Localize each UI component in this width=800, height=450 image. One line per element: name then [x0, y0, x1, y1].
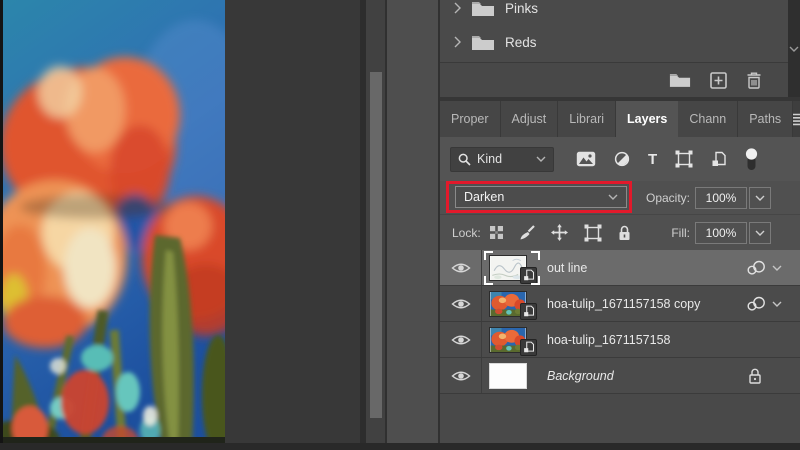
- layer-row-out-line[interactable]: out line: [440, 250, 800, 286]
- layer-name[interactable]: hoa-tulip_1671157158 copy: [547, 297, 700, 311]
- filter-type-layers-icon[interactable]: T: [648, 152, 657, 167]
- layer-row-background[interactable]: Background: [440, 358, 800, 394]
- search-icon: [458, 153, 471, 166]
- lock-transparent-pixels-icon[interactable]: [490, 226, 503, 239]
- blending-circles-icon[interactable]: [746, 296, 766, 311]
- filter-toggle-switch[interactable]: [745, 148, 758, 171]
- kind-label: Kind: [477, 152, 503, 166]
- layer-name[interactable]: hoa-tulip_1671157158: [547, 333, 671, 347]
- chevron-down-icon[interactable]: [772, 301, 782, 307]
- panel-menu-button[interactable]: [793, 101, 800, 137]
- folder-icon: [669, 72, 691, 88]
- visibility-cell[interactable]: [440, 286, 482, 321]
- layer-thumbnail[interactable]: [489, 362, 527, 389]
- lock-artboard-frame-icon[interactable]: [584, 224, 602, 242]
- trash-icon: [746, 71, 762, 89]
- delete-button[interactable]: [746, 71, 762, 89]
- filter-kind-dropdown[interactable]: Kind: [450, 146, 554, 172]
- tab-adjustments[interactable]: Adjust: [500, 101, 559, 137]
- panel-dock: Pinks Reds Proper Adjust Librari Layers …: [440, 0, 800, 450]
- tab-layers[interactable]: Layers: [616, 101, 679, 137]
- chevron-down-icon[interactable]: [789, 46, 799, 52]
- group-label: Pinks: [505, 0, 539, 16]
- opacity-value-field[interactable]: 100%: [695, 186, 747, 209]
- layers-filter-row: Kind T: [440, 137, 800, 181]
- chevron-down-icon: [755, 230, 765, 236]
- document-vertical-scrollbar[interactable]: [366, 0, 385, 450]
- layers-panel-empty-area: [440, 394, 800, 450]
- canvas-tulip-image: [0, 0, 225, 450]
- dock-divider-column: [385, 0, 440, 450]
- filter-adjustment-layers-icon[interactable]: [614, 151, 630, 167]
- layer-name[interactable]: out line: [547, 261, 587, 275]
- eye-icon[interactable]: [451, 297, 471, 311]
- photoshop-workspace: Pinks Reds Proper Adjust Librari Layers …: [0, 0, 800, 450]
- lock-image-pixels-brush-icon[interactable]: [519, 225, 535, 241]
- new-item-button[interactable]: [710, 72, 727, 89]
- smart-object-page-icon: [523, 269, 535, 281]
- group-row-reds[interactable]: Reds: [440, 27, 788, 57]
- fill-dropdown-button[interactable]: [749, 221, 771, 244]
- lock-label: Lock:: [452, 225, 481, 240]
- tab-libraries[interactable]: Librari: [558, 101, 617, 137]
- new-group-button[interactable]: [669, 72, 691, 88]
- panel-tab-bar: Proper Adjust Librari Layers Chann Paths: [440, 101, 800, 137]
- groups-panel-scroll-column[interactable]: [788, 0, 800, 97]
- groups-panel: Pinks Reds: [440, 0, 800, 97]
- bottom-edge-strip: [0, 443, 800, 450]
- folder-icon: [471, 0, 495, 17]
- layer-row-tulip-copy[interactable]: hoa-tulip_1671157158 copy: [440, 286, 800, 322]
- chevron-down-icon[interactable]: [772, 265, 782, 271]
- layer-name[interactable]: Background: [547, 369, 614, 383]
- eye-icon[interactable]: [451, 333, 471, 347]
- white-thumbnail: [489, 362, 527, 389]
- blend-mode-value: Darken: [464, 190, 505, 204]
- group-label: Reds: [505, 34, 537, 50]
- visibility-cell[interactable]: [440, 250, 482, 285]
- smart-object-badge: [520, 302, 537, 320]
- fill-label: Fill:: [671, 225, 690, 240]
- filter-smart-objects-icon[interactable]: [711, 151, 727, 167]
- highlight-red-box: Darken: [446, 181, 632, 213]
- tab-properties[interactable]: Proper: [440, 101, 501, 137]
- chevron-right-icon[interactable]: [453, 2, 461, 14]
- chevron-right-icon[interactable]: [453, 36, 461, 48]
- lock-fill-row: Lock: Fill: 100%: [440, 214, 800, 250]
- plus-square-icon: [710, 72, 727, 89]
- fill-value-field[interactable]: 100%: [695, 221, 747, 244]
- lock-position-move-icon[interactable]: [551, 224, 568, 241]
- smart-object-badge: [520, 338, 537, 356]
- chevron-down-icon: [755, 195, 765, 201]
- eye-icon[interactable]: [451, 369, 471, 383]
- opacity-label: Opacity:: [645, 190, 690, 205]
- hamburger-menu-icon: [793, 113, 800, 126]
- folder-icon: [471, 34, 495, 51]
- smart-object-badge: [520, 266, 537, 284]
- layer-thumbnail[interactable]: [484, 250, 540, 285]
- tab-paths[interactable]: Paths: [738, 101, 794, 137]
- blend-opacity-row: Darken Opacity: 100%: [440, 181, 800, 214]
- scrollbar-thumb[interactable]: [370, 72, 382, 418]
- tab-channels[interactable]: Chann: [678, 101, 739, 137]
- chevron-down-icon: [608, 194, 618, 200]
- layer-thumbnail[interactable]: [489, 326, 537, 356]
- groups-panel-toolbar: [440, 62, 788, 97]
- layer-row-tulip[interactable]: hoa-tulip_1671157158: [440, 322, 800, 358]
- smart-object-page-icon: [523, 305, 535, 317]
- background-lock-icon[interactable]: [748, 367, 762, 384]
- opacity-dropdown-button[interactable]: [749, 186, 771, 209]
- filter-shape-layers-icon[interactable]: [675, 150, 693, 168]
- chevron-down-icon: [536, 156, 546, 162]
- eye-icon[interactable]: [451, 261, 471, 275]
- visibility-cell[interactable]: [440, 322, 482, 357]
- visibility-cell[interactable]: [440, 358, 482, 393]
- group-row-pinks[interactable]: Pinks: [440, 0, 788, 23]
- layer-thumbnail[interactable]: [489, 290, 537, 320]
- blend-mode-dropdown[interactable]: Darken: [455, 186, 627, 208]
- blending-circles-icon[interactable]: [746, 260, 766, 275]
- smart-object-page-icon: [523, 341, 535, 353]
- filter-pixel-layers-icon[interactable]: [576, 151, 596, 167]
